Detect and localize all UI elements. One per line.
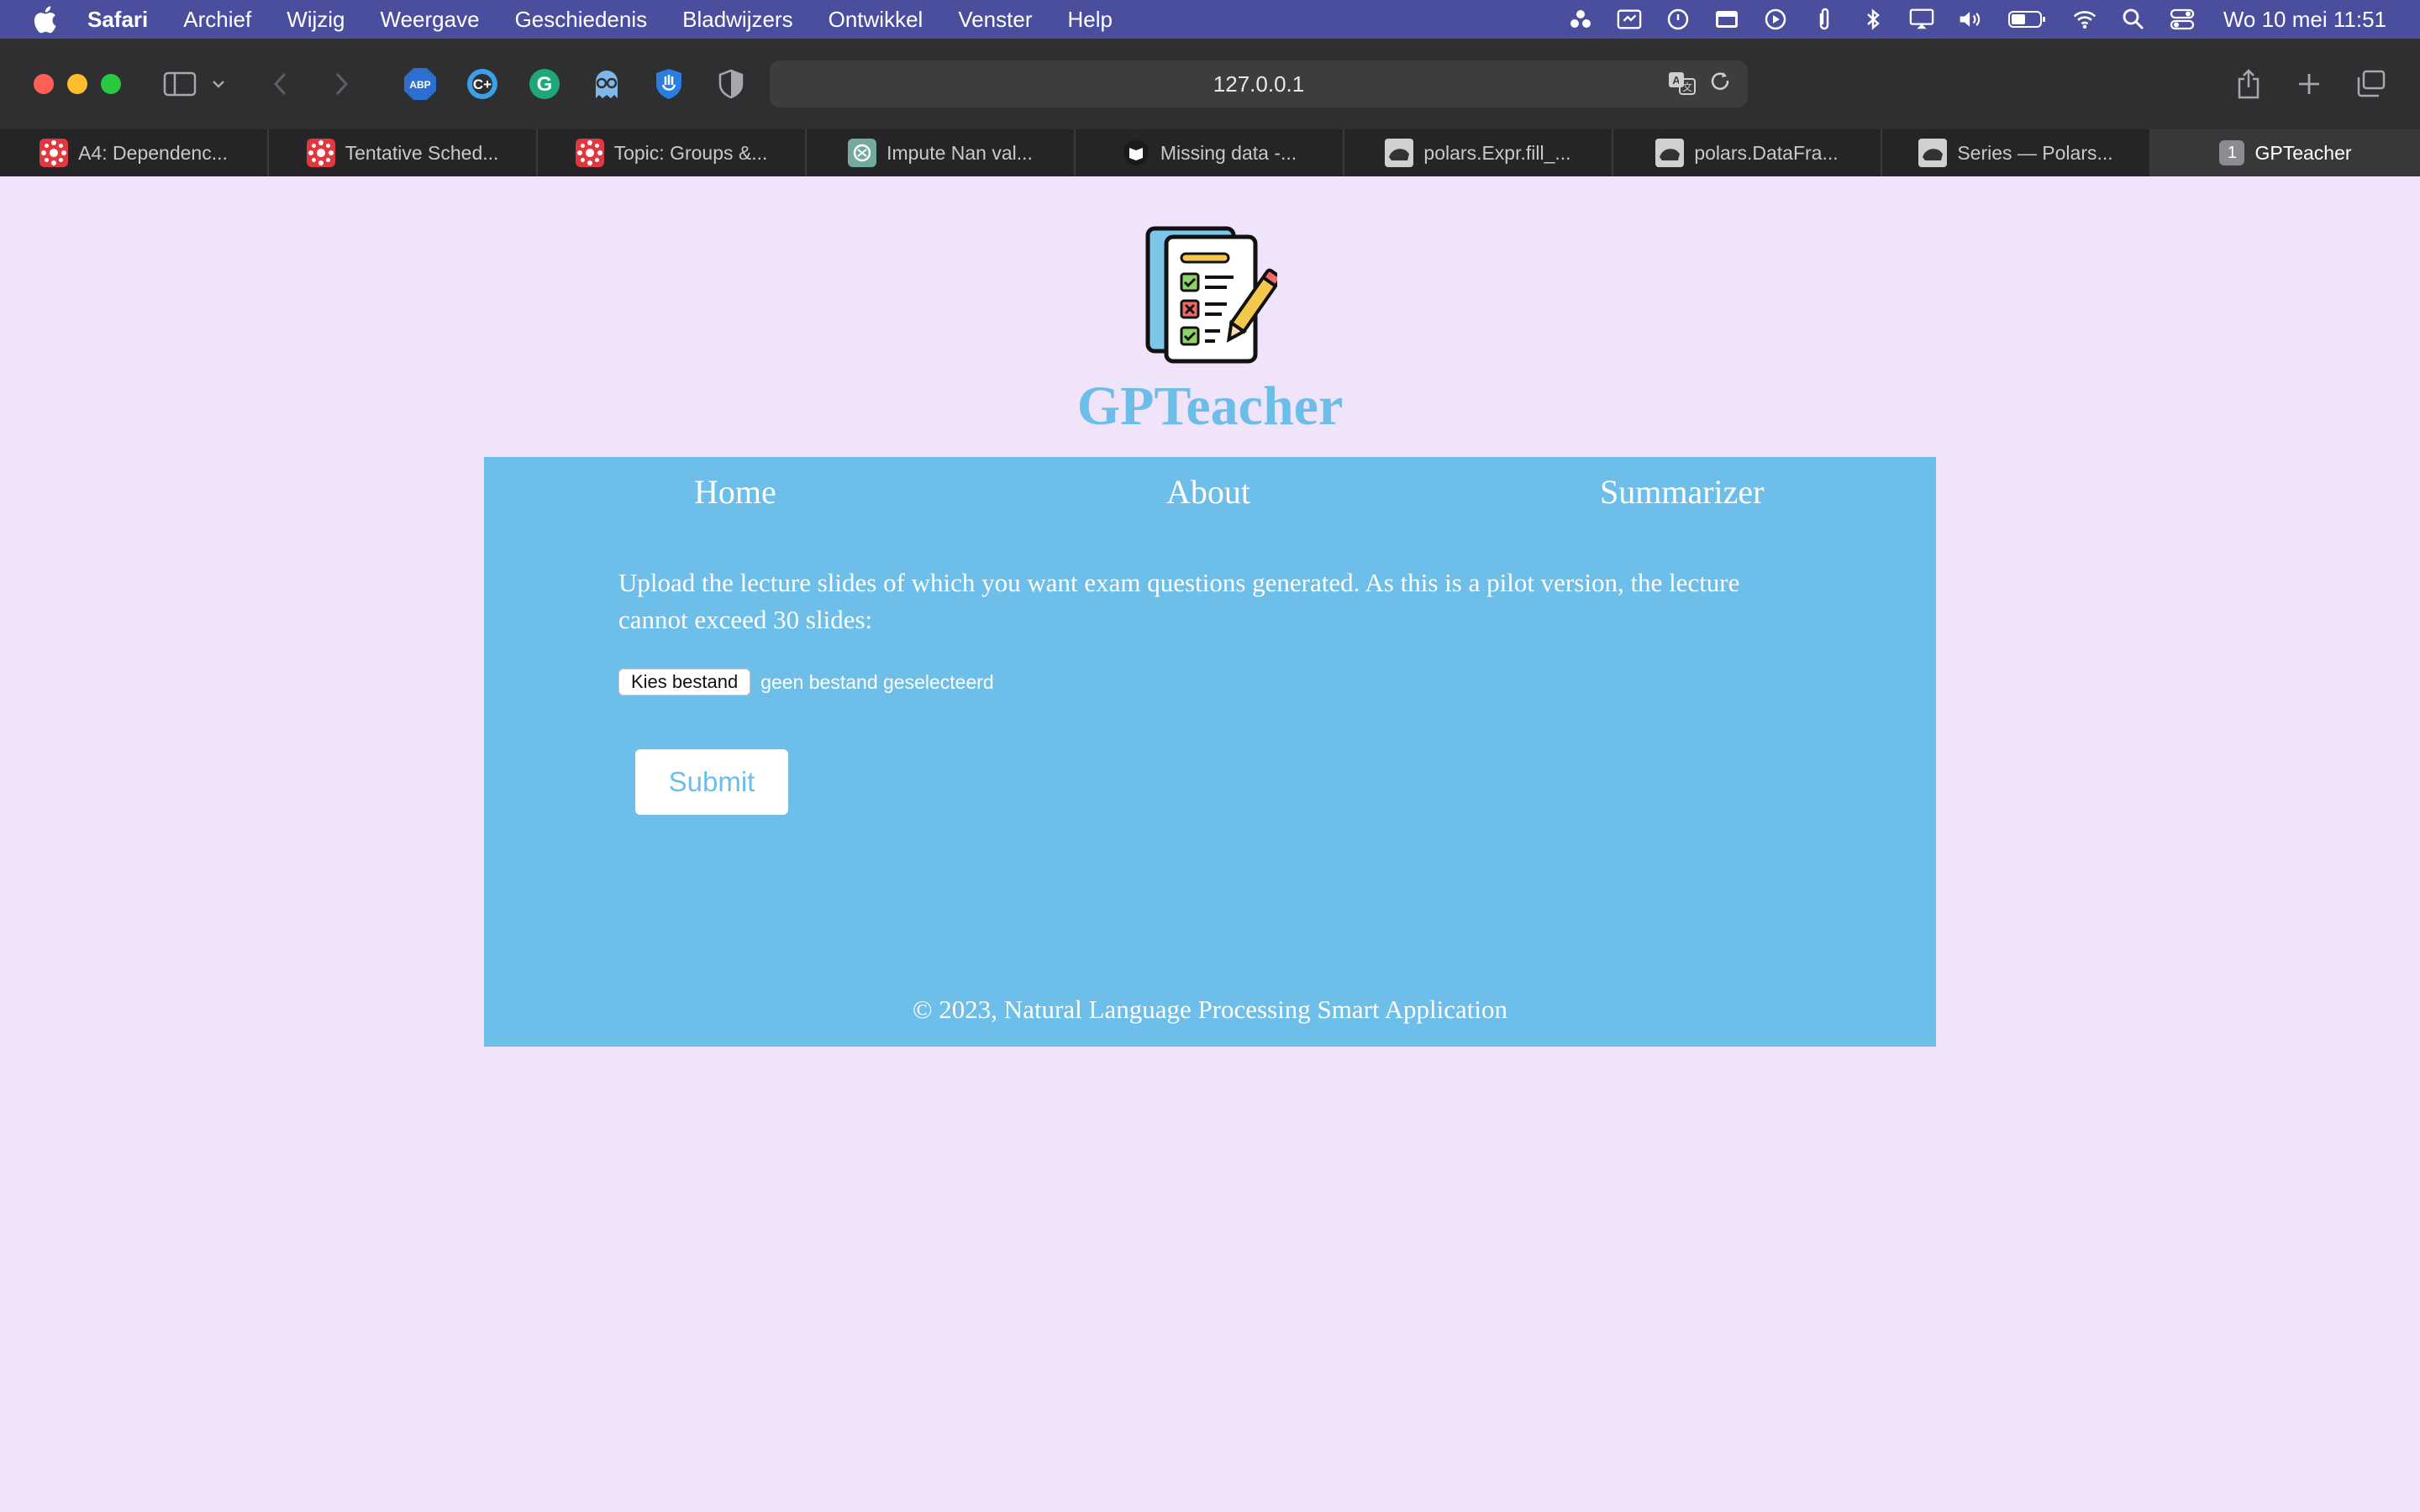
tab-title: Missing data -...: [1160, 141, 1297, 164]
grammarly-icon[interactable]: G: [526, 66, 563, 102]
svg-text:C+: C+: [473, 76, 492, 92]
tab-title: GPTeacher: [2254, 141, 2352, 164]
screen-share-icon[interactable]: [1617, 7, 1642, 32]
display-icon[interactable]: [1909, 7, 1934, 32]
paperclip-icon[interactable]: [1812, 7, 1837, 32]
nav-summarizer-link[interactable]: Summarizer: [1600, 472, 1765, 512]
chevron-down-icon[interactable]: [208, 66, 229, 102]
browser-toolbar: ABP C+ G 127.0.0.1 A文: [0, 39, 2420, 129]
ghostery-icon[interactable]: [588, 66, 625, 102]
apple-icon[interactable]: [30, 5, 59, 34]
half-shield-icon[interactable]: [713, 66, 750, 102]
polars-icon: [1918, 139, 1948, 167]
spotlight-search-icon[interactable]: [2121, 7, 2146, 32]
file-input: Kies bestand geen bestand geselecteerd: [618, 669, 994, 696]
adblock-icon[interactable]: ABP: [402, 66, 439, 102]
tab-title: Topic: Groups &...: [613, 141, 768, 164]
menu-ontwikkel[interactable]: Ontwikkel: [829, 7, 923, 33]
status-area: Wo 10 mei 11:51: [1544, 0, 2386, 39]
choose-file-button[interactable]: Kies bestand: [618, 669, 751, 696]
web-page: GPTeacher Home About Summarizer Upload t…: [0, 176, 2420, 1512]
tab-title: polars.DataFra...: [1694, 141, 1839, 164]
nav-home-link[interactable]: Home: [694, 472, 776, 512]
menu-archief[interactable]: Archief: [183, 7, 251, 33]
tab-title: polars.Expr.fill_...: [1423, 141, 1571, 164]
menu-bladwijzers[interactable]: Bladwijzers: [682, 7, 793, 33]
cplus-extension-icon[interactable]: C+: [464, 66, 501, 102]
book-icon: [1122, 139, 1150, 167]
creative-cloud-icon[interactable]: [1568, 7, 1593, 32]
menu-geschiedenis[interactable]: Geschiedenis: [515, 7, 648, 33]
play-icon[interactable]: [1763, 7, 1788, 32]
menu-weergave[interactable]: Weergave: [381, 7, 480, 33]
tab-number-badge: 1: [2219, 140, 2245, 165]
svg-text:ABP: ABP: [409, 79, 430, 91]
tab-overview-icon[interactable]: [2353, 66, 2390, 102]
privacy-shield-icon[interactable]: [650, 66, 687, 102]
browser-tab-active[interactable]: 1 GPTeacher: [2151, 129, 2420, 176]
wifi-icon[interactable]: [2072, 7, 2097, 32]
reload-icon[interactable]: [1709, 71, 1733, 96]
menu-app-name[interactable]: Safari: [87, 7, 148, 33]
forward-arrow-icon[interactable]: [323, 66, 360, 102]
polars-icon: [1655, 139, 1685, 167]
site-nav: Home About Summarizer: [484, 457, 1936, 533]
url-text: 127.0.0.1: [1213, 71, 1305, 97]
browser-tab[interactable]: A4: Dependenc...: [0, 129, 269, 176]
volume-icon[interactable]: [1958, 7, 1983, 32]
back-arrow-icon[interactable]: [262, 66, 299, 102]
site-title: GPTeacher: [1076, 375, 1344, 437]
window-close-button[interactable]: [34, 74, 54, 94]
macos-menubar: Safari Archief Wijzig Weergave Geschiede…: [0, 0, 2420, 39]
menu-wijzig[interactable]: Wijzig: [287, 7, 345, 33]
canvas-icon: [306, 139, 335, 167]
translate-icon[interactable]: A文: [1667, 71, 1697, 96]
browser-tab[interactable]: polars.Expr.fill_...: [1344, 129, 1613, 176]
new-tab-plus-icon[interactable]: [2291, 66, 2328, 102]
tab-title: Impute Nan val...: [886, 141, 1033, 164]
browser-tab[interactable]: polars.DataFra...: [1613, 129, 1882, 176]
polars-icon: [1385, 139, 1414, 167]
address-bar[interactable]: 127.0.0.1 A文: [770, 60, 1748, 108]
browser-tab[interactable]: Impute Nan val...: [807, 129, 1076, 176]
window-minimize-button[interactable]: [67, 74, 87, 94]
canvas-icon: [575, 139, 604, 167]
calendar-icon[interactable]: [1714, 7, 1739, 32]
tab-title: Tentative Sched...: [345, 141, 499, 164]
svg-text:文: 文: [1682, 81, 1692, 93]
canvas-icon: [39, 139, 69, 167]
control-center-icon[interactable]: [2170, 7, 2195, 32]
tab-bar: A4: Dependenc... Tentative Sched... Topi…: [0, 129, 2420, 176]
menu-venster[interactable]: Venster: [958, 7, 1032, 33]
chatgpt-icon: [848, 139, 877, 167]
menu-help[interactable]: Help: [1067, 7, 1112, 33]
browser-tab[interactable]: Missing data -...: [1076, 129, 1344, 176]
sidebar-toggle-icon[interactable]: [161, 66, 198, 102]
browser-tab[interactable]: Series — Polars...: [1882, 129, 2151, 176]
browser-tab[interactable]: Topic: Groups &...: [538, 129, 807, 176]
window-zoom-button[interactable]: [101, 74, 121, 94]
submit-button[interactable]: Submit: [635, 749, 788, 815]
exam-checklist-logo-icon: [1143, 223, 1282, 366]
tab-title: Series — Polars...: [1957, 141, 2113, 164]
upload-instructions: Upload the lecture slides of which you w…: [618, 568, 1740, 634]
browser-tab[interactable]: Tentative Sched...: [269, 129, 538, 176]
svg-text:G: G: [537, 73, 553, 96]
share-icon[interactable]: [2230, 66, 2267, 102]
bluetooth-icon[interactable]: [1860, 7, 1886, 32]
footer-copyright: © 2023, Natural Language Processing Smar…: [913, 995, 1507, 1024]
file-status-text: geen bestand geselecteerd: [760, 670, 994, 693]
main-panel: Home About Summarizer Upload the lecture…: [484, 457, 1936, 1047]
menubar-clock[interactable]: Wo 10 mei 11:51: [2223, 7, 2386, 33]
power-timer-icon[interactable]: [1665, 7, 1691, 32]
nav-about-link[interactable]: About: [1166, 472, 1250, 512]
battery-icon[interactable]: [2007, 7, 2049, 32]
tab-title: A4: Dependenc...: [78, 141, 228, 164]
